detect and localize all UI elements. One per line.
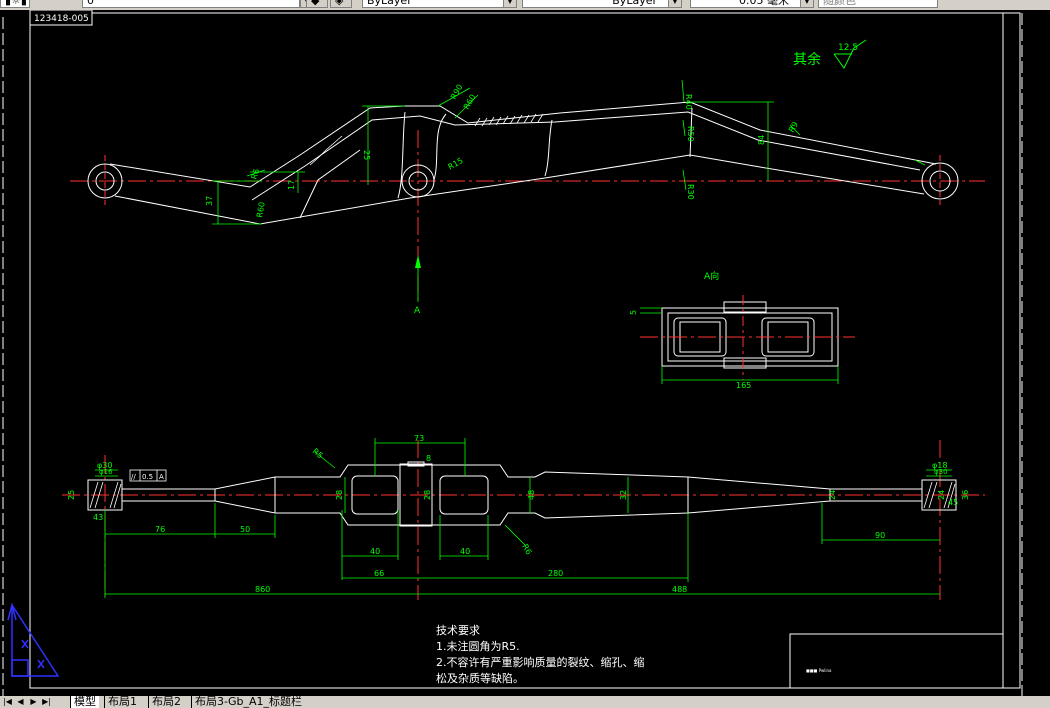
svg-text:A: A: [159, 473, 164, 481]
svg-text:8: 8: [426, 454, 431, 463]
svg-text:松及杂质等缺陷。: 松及杂质等缺陷。: [436, 671, 524, 685]
linetype-dropdown[interactable]: ByLayer: [522, 0, 682, 8]
svg-text:5: 5: [629, 310, 638, 315]
prev-tab-icon[interactable]: ◀: [15, 696, 26, 708]
svg-text:488: 488: [672, 585, 687, 594]
svg-text:860: 860: [255, 585, 270, 594]
svg-text:84: 84: [757, 135, 766, 145]
svg-text:28: 28: [335, 490, 344, 500]
svg-text:12.5: 12.5: [838, 43, 858, 53]
svg-text:280: 280: [548, 569, 563, 578]
svg-text:73: 73: [414, 434, 424, 443]
svg-text:76: 76: [155, 525, 165, 534]
lineweight-dropdown-arrow-icon[interactable]: ▼: [800, 0, 814, 8]
svg-text:45: 45: [948, 498, 958, 507]
color-dropdown[interactable]: ByLayer: [362, 0, 512, 8]
properties-toolbar: ▮☼▮ 0 ▼ ◆ ◈ ByLayer ▼ ByLayer ▼ 0.05 毫米 …: [0, 0, 1050, 10]
svg-text:24: 24: [937, 490, 946, 500]
model-space-canvas[interactable]: 123418-005 其余 12.5 37 17 R6 R60 R90 25 R…: [0, 9, 1050, 700]
svg-text:36: 36: [961, 490, 970, 500]
svg-text:48: 48: [527, 490, 536, 500]
svg-text:R30: R30: [686, 184, 695, 200]
color-dropdown-arrow-icon[interactable]: ▼: [503, 0, 517, 8]
svg-text:32: 32: [619, 490, 628, 500]
title-stamp-text: 123418-005: [34, 14, 89, 24]
svg-text:24: 24: [828, 490, 837, 500]
svg-text:R50: R50: [686, 126, 695, 142]
svg-text:φ30: φ30: [934, 468, 948, 476]
svg-text:R40: R40: [684, 94, 693, 110]
svg-text:17: 17: [287, 180, 296, 190]
svg-text:A向: A向: [704, 270, 719, 282]
plotstyle-dropdown: 随颜色: [818, 0, 938, 8]
svg-text:37: 37: [205, 196, 214, 206]
next-tab-icon[interactable]: ▶: [28, 696, 39, 708]
lineweight-dropdown[interactable]: 0.05 毫米: [690, 0, 810, 8]
svg-text:90: 90: [875, 531, 885, 540]
svg-text:0.5: 0.5: [142, 473, 153, 481]
section-arrow-label: A: [414, 306, 421, 316]
svg-text:2.不容许有严重影响质量的裂纹、缩孔、缩: 2.不容许有严重影响质量的裂纹、缩孔、缩: [436, 655, 645, 669]
svg-text:40: 40: [460, 547, 470, 556]
title-block-text: ■■■ Pwlina: [806, 668, 832, 673]
svg-text:165: 165: [736, 381, 751, 390]
layer-dropdown[interactable]: 0: [82, 0, 300, 8]
svg-text://: //: [131, 473, 136, 481]
svg-text:40: 40: [370, 547, 380, 556]
svg-text:66: 66: [374, 569, 384, 578]
svg-text:43: 43: [93, 513, 103, 522]
svg-text:技术要求: 技术要求: [436, 624, 480, 637]
layer-state-icons[interactable]: ▮☼▮: [0, 0, 30, 8]
svg-text:28: 28: [423, 490, 432, 500]
svg-text:25: 25: [362, 150, 371, 160]
svg-text:1.未注圆角为R5.: 1.未注圆角为R5.: [436, 639, 520, 653]
linetype-dropdown-arrow-icon[interactable]: ▼: [668, 0, 682, 8]
tab-layout3[interactable]: 布局3-Gb_A1_标题栏: [191, 696, 305, 708]
tab-model[interactable]: 模型: [70, 696, 99, 708]
make-current-layer-icon[interactable]: ◆: [306, 0, 328, 8]
svg-text:50: 50: [240, 525, 250, 534]
layer-previous-icon[interactable]: ◈: [330, 0, 352, 8]
svg-text:其余: 其余: [793, 51, 821, 68]
svg-text:25: 25: [67, 490, 76, 500]
last-tab-icon[interactable]: ▶|: [41, 696, 52, 708]
tab-layout2[interactable]: 布局2: [148, 696, 184, 708]
first-tab-icon[interactable]: |◀: [2, 696, 13, 708]
tab-layout1[interactable]: 布局1: [104, 696, 140, 708]
layout-tabs-bar: |◀ ◀ ▶ ▶| 模型 布局1 布局2 布局3-Gb_A1_标题栏: [0, 696, 1050, 708]
svg-text:φ16: φ16: [99, 468, 113, 476]
